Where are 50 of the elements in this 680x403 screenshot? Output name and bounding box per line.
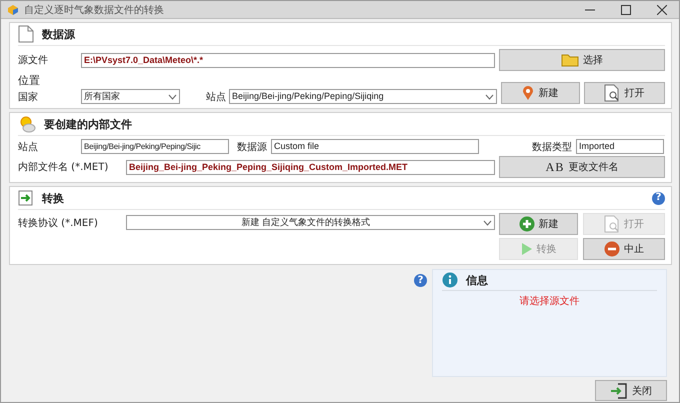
dropdown[interactable]: 所有国家 xyxy=(81,89,180,104)
sun-cloud-icon xyxy=(18,115,36,133)
plus-icon xyxy=(518,216,534,232)
caret-icon xyxy=(485,94,494,100)
dropdown[interactable]: 新建 自定义气象文件的转换格式 xyxy=(126,215,495,230)
new-button[interactable]: 新建 xyxy=(501,82,580,104)
select-button[interactable]: 选择 xyxy=(499,49,665,71)
field-label: 源文件 xyxy=(18,54,49,67)
section-title: 数据源 xyxy=(42,26,75,42)
maximize-icon xyxy=(621,4,631,14)
document-icon xyxy=(18,25,34,43)
window-title: 自定义逐时气象数据文件的转换 xyxy=(24,4,164,16)
field-label: 站点 xyxy=(206,90,225,104)
rename-button[interactable]: AB 更改文件名 xyxy=(499,156,665,178)
info-icon xyxy=(442,272,458,288)
section-title: 要创建的内部文件 xyxy=(44,116,132,132)
help-icon[interactable]: ? xyxy=(652,192,665,204)
play-icon xyxy=(520,242,532,256)
field-label: 数据类型 xyxy=(532,140,572,154)
map-pin-icon xyxy=(522,85,534,101)
stop-icon xyxy=(604,241,620,257)
folder-icon xyxy=(561,53,579,67)
exit-door-icon xyxy=(610,382,628,398)
status-message: 请选择源文件 xyxy=(518,294,580,308)
close-icon xyxy=(657,4,667,14)
field-label: 内部文件名 (*.MET) xyxy=(18,160,110,174)
section-title: 转换 xyxy=(42,190,64,206)
caret-icon xyxy=(168,94,177,100)
caret-icon xyxy=(483,220,492,226)
group-label: 位置 xyxy=(18,73,41,88)
field-label: 国家 xyxy=(18,90,39,104)
dropdown[interactable]: Beijing/Bei-jing/Peking/Peping/Sijiqing xyxy=(229,89,497,104)
app-icon xyxy=(7,4,19,16)
open-button[interactable]: 打开 xyxy=(584,82,665,104)
help-icon[interactable]: ? xyxy=(414,274,427,287)
section-title: 信息 xyxy=(466,272,488,288)
document-search-icon xyxy=(604,215,620,233)
field-label: 站点 xyxy=(18,140,39,154)
close-button[interactable]: 关闭 xyxy=(595,380,667,401)
field-label: 数据源 xyxy=(237,140,267,154)
path-field[interactable]: E:\PVsyst7.0_Data\Meteo\*.* xyxy=(81,52,495,68)
text-cursor-icon: AB xyxy=(546,160,564,174)
file-name-field[interactable]: Beijing_Bei-jing_Peking_Peping_Sijiqing_Custom_Imported.MET xyxy=(126,160,495,174)
new-button[interactable]: 新建 xyxy=(499,213,578,235)
abort-button[interactable]: 中止 xyxy=(583,238,665,260)
document-search-icon xyxy=(604,84,620,102)
text-field[interactable]: Custom file xyxy=(271,139,479,154)
field-label: 转换协议 (*.MEF) xyxy=(18,216,99,230)
text-field[interactable]: Beijing/Bei-jing/Peking/Peping/Sijic xyxy=(81,139,229,154)
text-field[interactable]: Imported xyxy=(576,139,664,154)
